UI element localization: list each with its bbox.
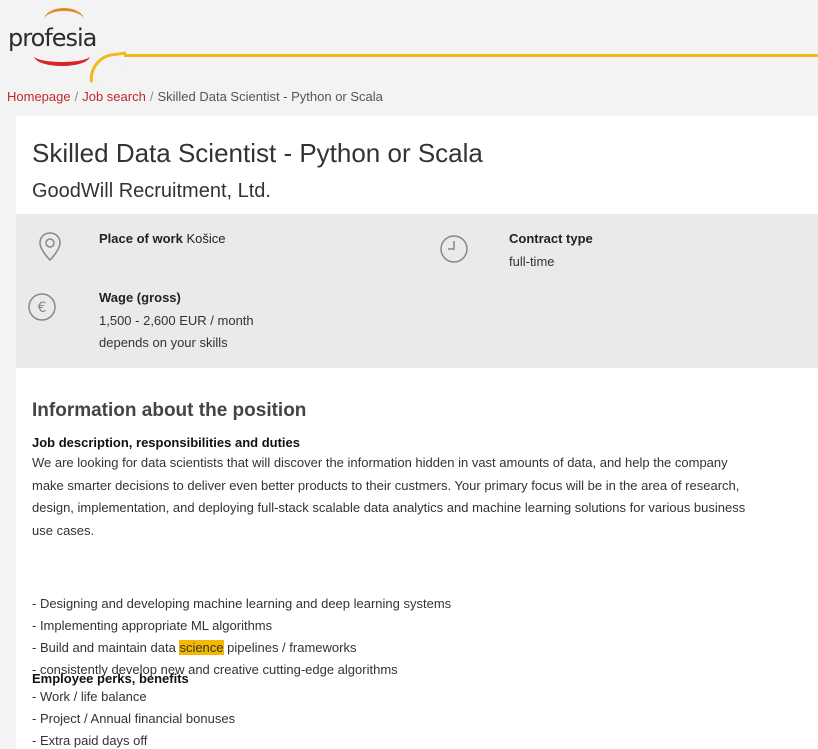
list-item: - Project / Annual financial bonuses: [32, 711, 236, 726]
breadcrumb-homepage-link[interactable]: Homepage: [7, 89, 71, 104]
description-line: design, implementation, and deploying fu…: [32, 500, 746, 515]
perks-list: - Work / life balance - Project / Annual…: [32, 686, 235, 749]
euro-icon: €: [28, 293, 56, 321]
wage-label: Wage (gross): [99, 290, 181, 305]
description-line: use cases.: [32, 522, 95, 538]
place-of-work-label: Place of work: [99, 231, 183, 246]
place-of-work-value: Košice: [186, 231, 226, 246]
wage-note: depends on your skills: [99, 335, 228, 350]
clock-icon: [440, 235, 468, 263]
breadcrumb-separator: /: [149, 89, 154, 104]
section-title-position: Information about the position: [32, 400, 307, 421]
job-description-text: We are looking for data scientists that …: [32, 452, 818, 542]
duties-list: - Designing and developing machine learn…: [32, 593, 451, 681]
breadcrumb-separator: /: [74, 89, 79, 104]
breadcrumb-job-search-link[interactable]: Job search: [82, 89, 146, 104]
contract-type-value: full-time: [509, 254, 555, 269]
perks-heading: Employee perks, benefits: [32, 671, 189, 686]
job-description-heading: Job description, responsibilities and du…: [32, 435, 300, 450]
list-item: - Designing and developing machine learn…: [32, 596, 452, 611]
job-title: Skilled Data Scientist - Python or Scala: [32, 138, 483, 168]
list-item: - Build and maintain data science pipeli…: [32, 640, 357, 655]
job-title-block: Skilled Data Scientist - Python or Scala…: [16, 116, 818, 214]
search-highlight: science: [179, 640, 224, 655]
description-line: make smarter decisions to deliver even b…: [32, 477, 740, 493]
list-item: - Work / life balance: [32, 689, 147, 704]
list-item: - Implementing appropriate ML algorithms: [32, 618, 273, 633]
location-pin-icon: [39, 232, 61, 262]
company-name[interactable]: GoodWill Recruitment, Ltd.: [32, 180, 271, 203]
contract-type-label: Contract type: [509, 231, 593, 246]
description-line: We are looking for data scientists that …: [32, 455, 728, 470]
breadcrumb-current: Skilled Data Scientist - Python or Scala: [157, 89, 383, 104]
job-detail-card: Skilled Data Scientist - Python or Scala…: [16, 116, 818, 749]
svg-text:€: €: [38, 300, 47, 316]
site-header: profesia: [0, 0, 818, 83]
place-of-work: Place of work Košice: [99, 231, 225, 246]
job-info-box: Place of work Košice Contract type full-…: [16, 214, 818, 368]
list-item: - Extra paid days off: [32, 733, 148, 748]
header-accent-line: [124, 54, 818, 57]
breadcrumb: Homepage / Job search / Skilled Data Scienti…: [7, 89, 383, 104]
wage-value: 1,500 - 2,600 EUR / month: [99, 313, 254, 328]
logo-arc-bottom: [34, 46, 90, 66]
